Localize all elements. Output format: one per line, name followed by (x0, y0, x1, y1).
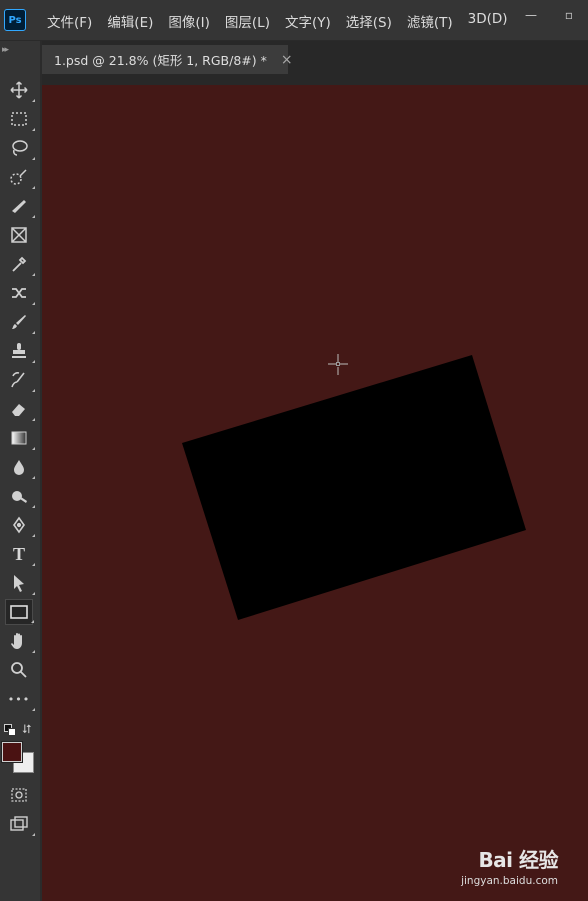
menu-select[interactable]: 选择(S) (346, 11, 392, 31)
menu-filter[interactable]: 滤镜(T) (407, 11, 453, 31)
tools-panel: ▸▸ T ••• ⮃ (0, 41, 42, 901)
menu-items: 文件(F) 编辑(E) 图像(I) 图层(L) 文字(Y) 选择(S) 滤镜(T… (47, 11, 523, 31)
canvas-drawing (182, 354, 526, 620)
marquee-tool-icon[interactable] (5, 106, 35, 132)
healing-tool-icon[interactable] (5, 280, 35, 306)
type-tool-icon[interactable]: T (5, 541, 35, 567)
document-tab[interactable]: 1.psd @ 21.8% (矩形 1, RGB/8#) * × (42, 45, 293, 74)
swap-colors-icon[interactable]: ⮃ (22, 722, 32, 737)
photoshop-logo-icon: Ps (4, 9, 26, 31)
document-canvas[interactable]: Bai 经验 jingyan.baidu.com (42, 85, 588, 901)
lasso-tool-icon[interactable] (5, 135, 35, 161)
menu-3d[interactable]: 3D(D) (468, 11, 508, 31)
blur-tool-icon[interactable] (5, 454, 35, 480)
menu-bar: Ps 文件(F) 编辑(E) 图像(I) 图层(L) 文字(Y) 选择(S) 滤… (0, 0, 588, 41)
close-tab-icon[interactable]: × (281, 52, 293, 68)
watermark-url: jingyan.baidu.com (461, 875, 558, 887)
menu-layer[interactable]: 图层(L) (225, 11, 270, 31)
pen-tool-icon[interactable] (5, 512, 35, 538)
menu-type[interactable]: 文字(Y) (285, 11, 331, 31)
history-brush-tool-icon[interactable] (5, 367, 35, 393)
eraser-tool-icon[interactable] (5, 396, 35, 422)
gradient-tool-icon[interactable] (5, 425, 35, 451)
restore-button[interactable]: ▫ (550, 4, 588, 26)
menu-image[interactable]: 图像(I) (168, 11, 210, 31)
quick-select-tool-icon[interactable] (5, 164, 35, 190)
document-tab-title: 1.psd @ 21.8% (矩形 1, RGB/8#) * (54, 53, 267, 68)
menu-edit[interactable]: 编辑(E) (107, 11, 153, 31)
window-controls: — ▫ (512, 4, 588, 26)
hand-tool-icon[interactable] (5, 628, 35, 654)
path-select-tool-icon[interactable] (5, 570, 35, 596)
baidu-jingyan-watermark: Bai 经验 jingyan.baidu.com (461, 844, 558, 887)
collapse-panel-icon[interactable]: ▸▸ (2, 45, 9, 55)
watermark-brand: Bai 经验 (478, 848, 558, 872)
menu-file[interactable]: 文件(F) (47, 11, 92, 31)
foreground-color-swatch[interactable] (2, 742, 22, 762)
dodge-tool-icon[interactable] (5, 483, 35, 509)
clone-stamp-tool-icon[interactable] (5, 338, 35, 364)
screen-mode-icon[interactable] (5, 811, 35, 837)
rectangle-tool-icon[interactable] (5, 599, 34, 625)
move-tool-icon[interactable] (5, 77, 35, 103)
crosshair-cursor-icon (328, 354, 348, 375)
document-tab-bar: 1.psd @ 21.8% (矩形 1, RGB/8#) * × (42, 41, 588, 74)
quick-mask-icon[interactable] (5, 782, 33, 808)
crop-tool-icon[interactable] (5, 193, 35, 219)
default-colors-icon[interactable] (4, 724, 16, 736)
minimize-button[interactable]: — (512, 4, 550, 26)
brush-tool-icon[interactable] (5, 309, 35, 335)
eyedropper-tool-icon[interactable] (5, 251, 35, 277)
more-tools-icon[interactable]: ••• (5, 686, 35, 712)
zoom-tool-icon[interactable] (5, 657, 33, 683)
rotated-rectangle-shape[interactable] (182, 355, 526, 620)
frame-tool-icon[interactable] (5, 222, 33, 248)
